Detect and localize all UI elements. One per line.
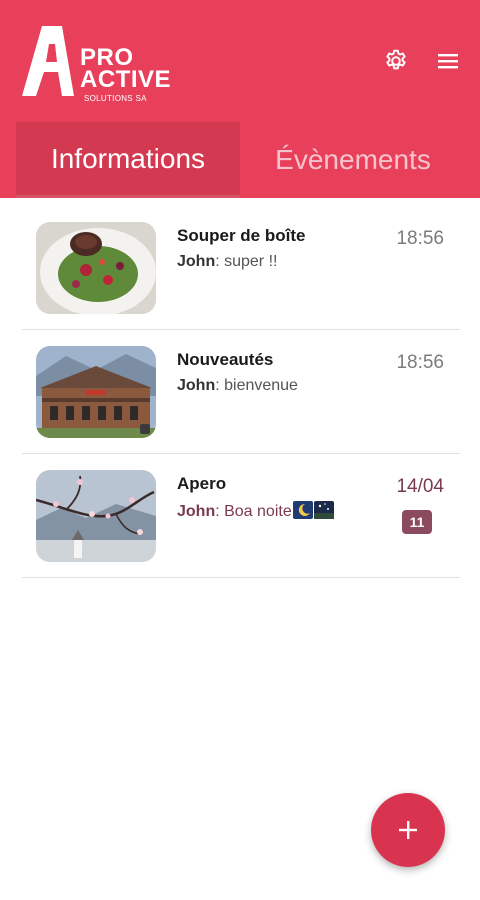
tab-informations[interactable]: Informations (16, 122, 240, 198)
hamburger-menu-icon (438, 54, 458, 69)
add-button[interactable] (371, 793, 445, 867)
sender-name: John (177, 503, 216, 520)
conversation-title: Souper de boîte (177, 226, 306, 245)
message-preview: John: Boa noite (177, 501, 334, 521)
gear-icon (386, 49, 406, 70)
proactive-logo: PRO ACTIVE SOLUTIONS SA (22, 24, 172, 104)
message-text: : super !! (215, 253, 278, 270)
conversation-title: Nouveautés (177, 350, 274, 369)
message-preview: John: bienvenue (177, 377, 298, 395)
message-preview: John: super !! (177, 253, 277, 271)
logo-mark-icon (22, 26, 74, 96)
message-text: : Boa noite (215, 503, 292, 520)
message-text: : bienvenue (215, 377, 298, 394)
night-sky-emoji-icon (313, 501, 334, 519)
unread-count-badge: 11 (402, 510, 432, 534)
conversation-list: Souper de boîte John: super !! 18:56 Nou… (22, 206, 460, 578)
list-item[interactable]: Apero John: Boa noite 14/04 11 (22, 454, 460, 578)
sender-name: John (177, 253, 216, 270)
salad-plate-thumbnail (36, 222, 156, 314)
timestamp: 18:56 (396, 228, 444, 249)
sender-name: John (177, 377, 216, 394)
tab-bar: Informations Évènements (0, 122, 480, 198)
menu-button[interactable] (431, 44, 465, 78)
logo-text-active: ACTIVE (80, 66, 172, 93)
tab-evenements[interactable]: Évènements (248, 122, 458, 198)
list-item[interactable]: Souper de boîte John: super !! 18:56 (22, 206, 460, 330)
settings-button[interactable] (379, 44, 413, 78)
plus-icon (399, 821, 417, 839)
list-item[interactable]: Nouveautés John: bienvenue 18:56 (22, 330, 460, 454)
logo-subtitle: SOLUTIONS SA (84, 94, 147, 103)
blossom-tree-thumbnail (36, 470, 156, 562)
app-bar: PRO ACTIVE SOLUTIONS SA Informations Évè… (0, 0, 480, 198)
chalet-building-thumbnail (36, 346, 156, 438)
conversation-title: Apero (177, 474, 227, 493)
timestamp: 14/04 (396, 476, 444, 497)
crescent-moon-emoji-icon (292, 501, 313, 519)
timestamp: 18:56 (396, 352, 444, 373)
